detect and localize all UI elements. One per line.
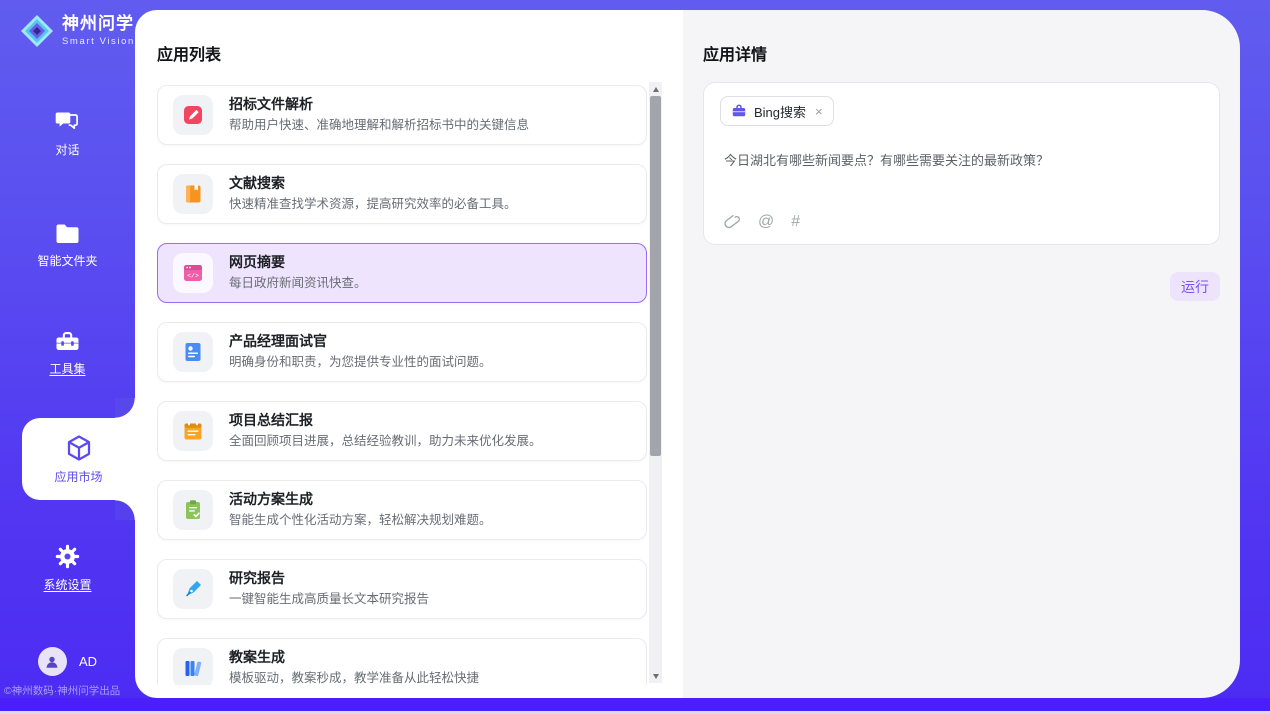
scroll-down-button[interactable] — [649, 669, 662, 683]
app-card-title: 文献搜索 — [229, 174, 517, 194]
app-card-title: 活动方案生成 — [229, 490, 492, 510]
app-card-desc: 快速精准查找学术资源，提高研究效率的必备工具。 — [229, 195, 517, 214]
brand-diamond-icon — [20, 14, 54, 48]
app-card-desc: 一键智能生成高质量长文本研究报告 — [229, 590, 429, 609]
scroll-up-button[interactable] — [649, 82, 662, 96]
sidebar: 神州问学 Smart Vision 对话 智能文件夹 — [0, 0, 135, 698]
app-list-panel: 应用列表 招标文件解析 帮助用户快速、准确地理解和解析招标书中的关键信息 — [135, 10, 683, 698]
user-initials: AD — [79, 654, 97, 669]
question-text[interactable]: 今日湖北有哪些新闻要点？有哪些需要关注的最新政策？ — [724, 151, 1195, 171]
sidebar-item-label: 应用市场 — [54, 468, 102, 485]
web-window-icon: </> — [181, 261, 205, 285]
folder-icon — [54, 222, 81, 246]
app-list: 招标文件解析 帮助用户快速、准确地理解和解析招标书中的关键信息 文献搜索 — [157, 85, 647, 685]
user-profile: AD — [0, 647, 135, 676]
person-icon — [43, 653, 61, 671]
briefcase-icon — [731, 103, 747, 119]
app-card-desc: 帮助用户快速、准确地理解和解析招标书中的关键信息 — [229, 116, 529, 135]
app-detail-panel: 应用详情 Bing搜索 × 今日湖北有哪些新闻要点？有哪些需要关注的最新政策？ — [683, 10, 1240, 698]
scrollbar[interactable] — [649, 82, 662, 683]
main-page: 应用列表 招标文件解析 帮助用户快速、准确地理解和解析招标书中的关键信息 — [135, 10, 1240, 698]
sidebar-item-smart-folder[interactable]: 智能文件夹 — [0, 222, 135, 269]
app-card-title: 网页摘要 — [229, 253, 367, 273]
app-card-project-summary[interactable]: 项目总结汇报 全面回顾项目进展，总结经验教训，助力未来优化发展。 — [157, 401, 647, 461]
book-icon — [181, 182, 205, 206]
ink-pen-icon — [181, 577, 205, 601]
sidebar-item-settings[interactable]: 系统设置 — [0, 543, 135, 593]
avatar[interactable] — [38, 647, 67, 676]
sidebar-item-label: 工具集 — [0, 360, 135, 377]
app-card-research-report[interactable]: 研究报告 一键智能生成高质量长文本研究报告 — [157, 559, 647, 619]
app-card-pm-interviewer[interactable]: 产品经理面试官 明确身份和职责，为您提供专业性的面试问题。 — [157, 322, 647, 382]
toolbox-icon — [54, 329, 81, 354]
prompt-card: Bing搜索 × 今日湖北有哪些新闻要点？有哪些需要关注的最新政策？ @ # — [703, 82, 1220, 245]
app-card-tender-analysis[interactable]: 招标文件解析 帮助用户快速、准确地理解和解析招标书中的关键信息 — [157, 85, 647, 145]
tool-tag-label: Bing搜索 — [754, 102, 806, 121]
triangle-up-icon — [653, 87, 659, 92]
triangle-down-icon — [653, 674, 659, 679]
app-card-event-plan[interactable]: 活动方案生成 智能生成个性化活动方案，轻松解决规划难题。 — [157, 480, 647, 540]
sidebar-item-label: 系统设置 — [0, 576, 135, 593]
chat-icon — [54, 110, 81, 135]
app-card-title: 产品经理面试官 — [229, 332, 492, 352]
app-list-title: 应用列表 — [157, 41, 221, 65]
brand-logo: 神州问学 Smart Vision — [20, 14, 135, 48]
sidebar-item-label: 智能文件夹 — [0, 252, 135, 269]
close-icon[interactable]: × — [815, 104, 823, 119]
run-button[interactable]: 运行 — [1170, 272, 1220, 301]
app-card-desc: 全面回顾项目进展，总结经验教训，助力未来优化发展。 — [229, 432, 542, 451]
sidebar-item-app-market[interactable]: 应用市场 — [22, 418, 135, 500]
app-detail-title: 应用详情 — [703, 41, 767, 65]
paperclip-icon[interactable] — [723, 213, 741, 231]
svg-text:</>: </> — [187, 273, 199, 280]
app-card-title: 招标文件解析 — [229, 95, 529, 115]
edit-doc-icon — [181, 103, 205, 127]
prompt-toolbar: @ # — [723, 213, 800, 231]
gear-icon — [54, 543, 81, 570]
sidebar-item-label: 对话 — [0, 141, 135, 158]
bottom-strip — [0, 698, 1270, 714]
calendar-note-icon — [181, 419, 205, 443]
app-card-desc: 智能生成个性化活动方案，轻松解决规划难题。 — [229, 511, 492, 530]
resume-icon — [181, 340, 205, 364]
app-card-web-summary[interactable]: </> 网页摘要 每日政府新闻资讯快查。 — [157, 243, 647, 303]
app-card-title: 项目总结汇报 — [229, 411, 542, 431]
app-card-literature-search[interactable]: 文献搜索 快速精准查找学术资源，提高研究效率的必备工具。 — [157, 164, 647, 224]
app-card-title: 研究报告 — [229, 569, 429, 589]
sidebar-footer: ©神州数码·神州问学出品 — [4, 683, 135, 698]
app-card-desc: 每日政府新闻资讯快查。 — [229, 274, 367, 293]
at-icon[interactable]: @ — [758, 214, 774, 230]
sidebar-item-toolset[interactable]: 工具集 — [0, 329, 135, 377]
tool-tag-bing-search[interactable]: Bing搜索 × — [720, 96, 834, 126]
app-card-desc: 模板驱动，教案秒成，教学准备从此轻松快捷 — [229, 669, 479, 685]
brand-subtitle: Smart Vision — [62, 36, 135, 47]
cube-icon — [64, 433, 94, 463]
clipboard-check-icon — [181, 498, 205, 522]
books-icon — [181, 656, 205, 680]
sidebar-item-chat[interactable]: 对话 — [0, 110, 135, 158]
app-card-title: 教案生成 — [229, 648, 479, 668]
hash-icon[interactable]: # — [791, 214, 800, 230]
app-card-lesson-plan[interactable]: 教案生成 模板驱动，教案秒成，教学准备从此轻松快捷 — [157, 638, 647, 685]
brand-name: 神州问学 — [62, 15, 135, 34]
scrollbar-thumb[interactable] — [650, 96, 661, 456]
app-card-desc: 明确身份和职责，为您提供专业性的面试问题。 — [229, 353, 492, 372]
